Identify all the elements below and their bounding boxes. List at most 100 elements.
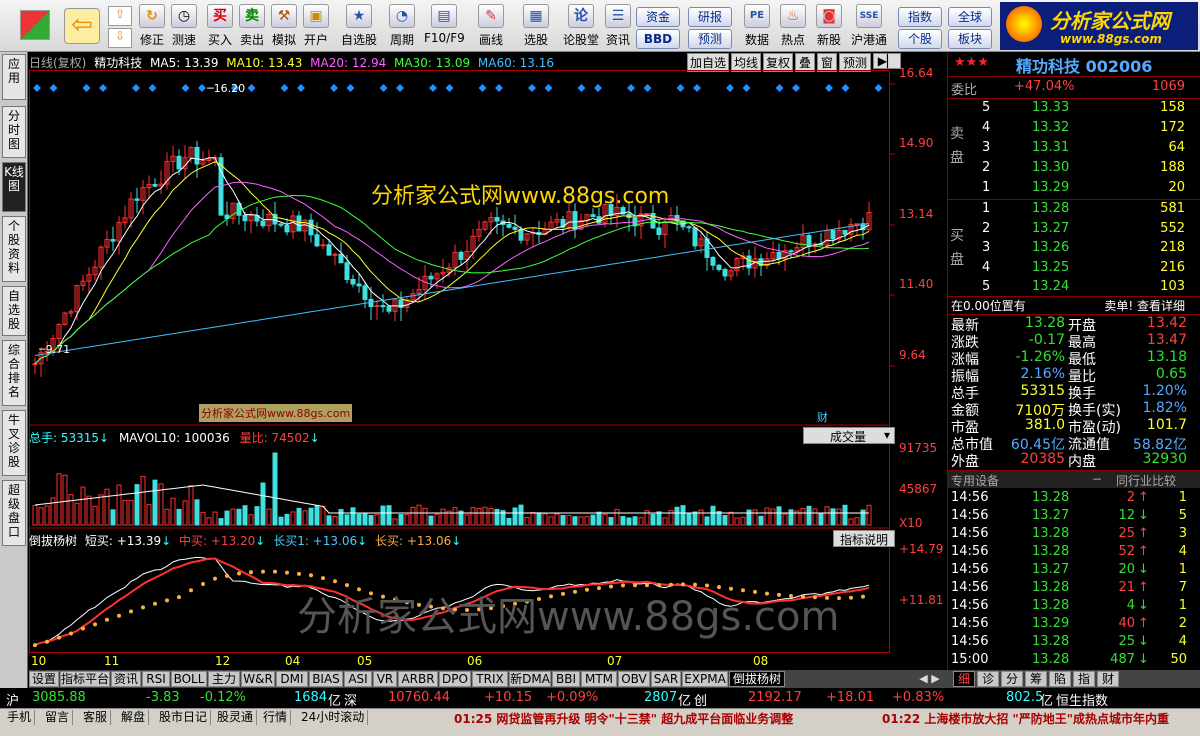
indicator-tab[interactable]: 设置 bbox=[29, 671, 59, 687]
indicator-tab-bar: 设置 指标平台 资讯 RSI BOLL 主力 W&R DMI BIAS ASI VR ARBR DPO T… bbox=[29, 670, 947, 688]
quote-tab[interactable]: 筹 bbox=[1025, 671, 1047, 687]
hk-connect-button[interactable]: SSE 沪港通 bbox=[848, 4, 890, 50]
news-tool-button[interactable]: 24小时滚动 bbox=[298, 710, 369, 725]
hotspot-button[interactable]: ♨ 热点 bbox=[778, 4, 808, 50]
indicator-tab[interactable]: BOLL bbox=[171, 671, 207, 687]
tick-time: 14:56 bbox=[951, 526, 989, 541]
news-button[interactable]: ☰ 资讯 bbox=[604, 4, 632, 50]
indicator-tab[interactable]: DPO bbox=[439, 671, 471, 687]
quote-tab[interactable]: 诊 bbox=[977, 671, 999, 687]
sector-button[interactable]: 板块 bbox=[948, 29, 992, 49]
indicator-tab[interactable]: TRIX bbox=[472, 671, 508, 687]
forecast-button[interactable]: 预测 bbox=[688, 29, 732, 49]
indicator-tab[interactable]: 资讯 bbox=[111, 671, 141, 687]
buy-button[interactable]: 买买入 bbox=[206, 4, 234, 50]
tab-intraday[interactable]: 分时图 bbox=[2, 106, 26, 158]
tab-ranking[interactable]: 综合排名 bbox=[2, 340, 26, 406]
indicator-tab[interactable]: 指标平台 bbox=[60, 671, 110, 687]
indicator-tab[interactable]: BBI bbox=[552, 671, 580, 687]
data-button[interactable]: PE 数据 bbox=[742, 4, 772, 50]
stocks-button[interactable]: 个股 bbox=[898, 29, 942, 49]
news-tool-button[interactable]: 行情 bbox=[260, 710, 292, 725]
period-button[interactable]: ◔ 周期 bbox=[384, 4, 420, 50]
arrow-up-icon: ↑ bbox=[1138, 580, 1149, 595]
down-arrow-icon[interactable]: ⇩ bbox=[108, 28, 132, 48]
scroll-arrows-icon[interactable]: ◀ ▶ bbox=[912, 670, 947, 688]
candle-body bbox=[278, 223, 284, 226]
quote-tab[interactable]: 分 bbox=[1001, 671, 1023, 687]
speed-test-button[interactable]: ◷ 测速 bbox=[170, 4, 198, 50]
volume-dropdown[interactable]: 成交量 ▾ bbox=[803, 427, 895, 444]
indicator-help-button[interactable]: 指标说明 bbox=[833, 530, 895, 547]
collapse-icon[interactable]: − bbox=[1092, 472, 1102, 486]
news-ticker-2[interactable]: 01:22 上海楼市放大招 "严防地王"成热点城市年内重 bbox=[882, 710, 1200, 727]
indicator-tab[interactable]: EXPMA bbox=[682, 671, 728, 687]
volume-bar bbox=[374, 514, 380, 526]
f10-button[interactable]: ▤ F10/F9 bbox=[424, 4, 465, 50]
stat-value: 32930 bbox=[1142, 451, 1187, 467]
tab-stock-profile[interactable]: 个股资料 bbox=[2, 216, 26, 282]
news-tool-button[interactable]: 股灵通 bbox=[214, 710, 258, 725]
tab-super-handicap[interactable]: 超级盘口 bbox=[2, 480, 26, 546]
indicator-tab[interactable]: W&R bbox=[241, 671, 275, 687]
index-button[interactable]: 指数 bbox=[898, 7, 942, 27]
event-diamond bbox=[676, 84, 685, 92]
tab-watchlist[interactable]: 自选股 bbox=[2, 286, 26, 336]
quote-tab[interactable]: 陷 bbox=[1049, 671, 1071, 687]
kline-chart-panel[interactable]: 日线(复权) 精功科技 MA5: 13.39 MA10: 13.43 MA20:… bbox=[29, 52, 947, 670]
open-account-button[interactable]: ▣ 开户 bbox=[302, 4, 330, 50]
volume-bar bbox=[440, 508, 446, 526]
sell-button[interactable]: 卖卖出 bbox=[238, 4, 266, 50]
fix-button[interactable]: ↻ 修正 bbox=[138, 4, 166, 50]
news-ticker-1[interactable]: 01:25 网贷监管再升级 明令"十三禁" 超九成平台面临业务调整 bbox=[454, 710, 793, 727]
bbd-button[interactable]: BBD bbox=[636, 29, 680, 49]
back-arrow-icon[interactable]: ⇦ bbox=[64, 8, 100, 44]
watchlist-button[interactable]: ★ 自选股 bbox=[338, 4, 380, 50]
draw-line-button[interactable]: ✎ 画线 bbox=[472, 4, 510, 50]
indicator-tab[interactable]: ASI bbox=[344, 671, 372, 687]
detail-link[interactable]: 卖单! 查看详细 bbox=[1104, 297, 1185, 314]
tab-kline[interactable]: K线图 bbox=[2, 162, 26, 212]
bid-price: 13.26 bbox=[1032, 240, 1070, 255]
news-tool-button[interactable]: 留言 bbox=[42, 710, 74, 725]
quote-tab[interactable]: 财 bbox=[1097, 671, 1119, 687]
indicator-tab[interactable]: 新DMA bbox=[509, 671, 551, 687]
menu-arrow-icon[interactable]: ▶▏ bbox=[873, 53, 901, 69]
indicator-tab[interactable]: 主力 bbox=[208, 671, 240, 687]
up-arrow-icon[interactable]: ⇧ bbox=[108, 6, 132, 26]
volume-bar bbox=[68, 494, 74, 526]
news-tool-button[interactable]: 手机 bbox=[4, 710, 36, 725]
news-tool-button[interactable]: 解盘 bbox=[118, 710, 150, 725]
fund-button[interactable]: 资金 bbox=[636, 7, 680, 27]
research-button[interactable]: 研报 bbox=[688, 7, 732, 27]
volume-bar bbox=[368, 515, 374, 526]
tab-apps[interactable]: 应用 bbox=[2, 54, 26, 100]
forum-button[interactable]: 论论股堂 bbox=[562, 4, 600, 50]
indicator-tab[interactable]: VR bbox=[373, 671, 397, 687]
news-tool-button[interactable]: 股市日记 bbox=[156, 710, 212, 725]
home-icon[interactable] bbox=[20, 10, 50, 40]
event-diamond bbox=[544, 84, 553, 92]
tick-time: 14:56 bbox=[951, 544, 989, 559]
volume-bar bbox=[848, 518, 854, 526]
industry-compare-link[interactable]: 同行业比较 bbox=[1116, 472, 1176, 489]
indicator-tab[interactable]: OBV bbox=[618, 671, 650, 687]
indicator-tab[interactable]: 倒拔杨树 bbox=[729, 671, 785, 687]
quote-tab[interactable]: 细 bbox=[953, 671, 975, 687]
tab-diagnosis[interactable]: 牛叉诊股 bbox=[2, 410, 26, 476]
indicator-tab[interactable]: SAR bbox=[651, 671, 681, 687]
simulate-button[interactable]: ⚒ 模拟 bbox=[270, 4, 298, 50]
indicator-tab[interactable]: BIAS bbox=[309, 671, 343, 687]
indicator-tab[interactable]: RSI bbox=[142, 671, 170, 687]
indicator-tab[interactable]: DMI bbox=[276, 671, 308, 687]
news-tool-button[interactable]: 客服 bbox=[80, 710, 112, 725]
candle-body bbox=[326, 244, 332, 256]
tick-time: 14:56 bbox=[951, 598, 989, 613]
ipo-button[interactable]: ◙ 新股 bbox=[814, 4, 844, 50]
stock-picker-button[interactable]: ▦ 选股 bbox=[516, 4, 556, 50]
quote-tab[interactable]: 指 bbox=[1073, 671, 1095, 687]
global-button[interactable]: 全球 bbox=[948, 7, 992, 27]
indicator-tab[interactable]: ARBR bbox=[398, 671, 438, 687]
volume-bar bbox=[596, 511, 602, 526]
indicator-tab[interactable]: MTM bbox=[581, 671, 617, 687]
